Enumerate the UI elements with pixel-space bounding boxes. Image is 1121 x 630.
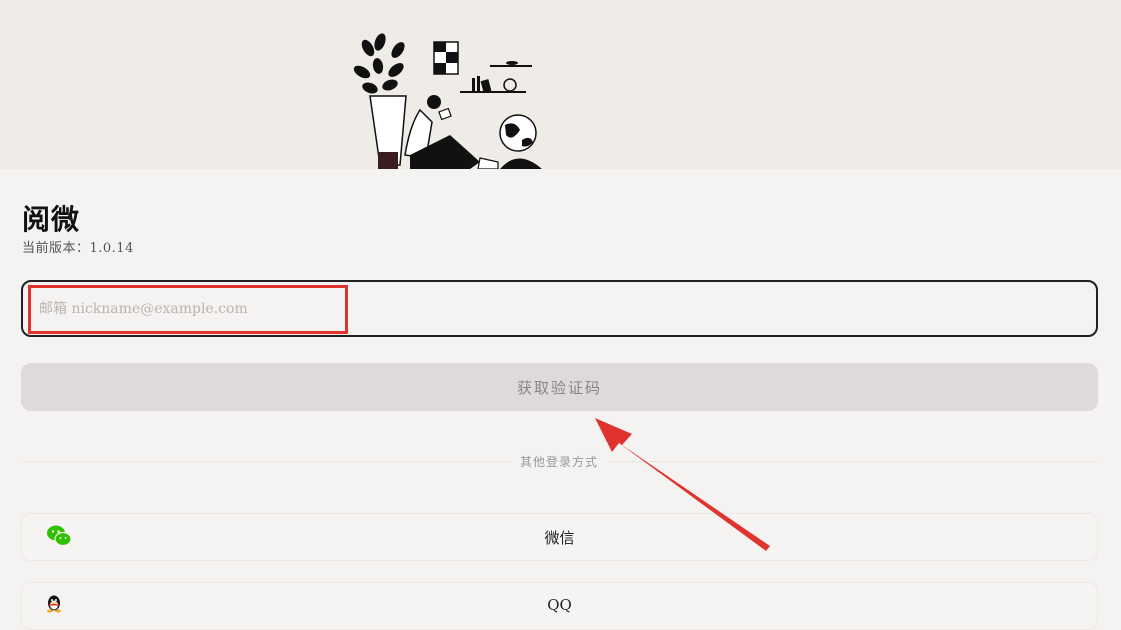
qq-login-label: QQ bbox=[547, 596, 572, 614]
get-verification-code-button[interactable]: 获取验证码 bbox=[21, 363, 1098, 411]
email-input[interactable] bbox=[37, 294, 741, 324]
wechat-login-label: 微信 bbox=[544, 529, 575, 547]
qq-login-button[interactable]: QQ bbox=[21, 582, 1098, 630]
email-field[interactable] bbox=[21, 280, 1098, 337]
hero-illustration bbox=[0, 0, 1121, 169]
version-label: 当前版本：1.0.14 bbox=[22, 241, 134, 256]
reading-person-illustration bbox=[353, 33, 542, 169]
other-login-methods-label: 其他登录方式 bbox=[510, 453, 609, 470]
wechat-login-button[interactable]: 微信 bbox=[21, 513, 1098, 561]
app-title: 阅微 bbox=[22, 203, 81, 236]
